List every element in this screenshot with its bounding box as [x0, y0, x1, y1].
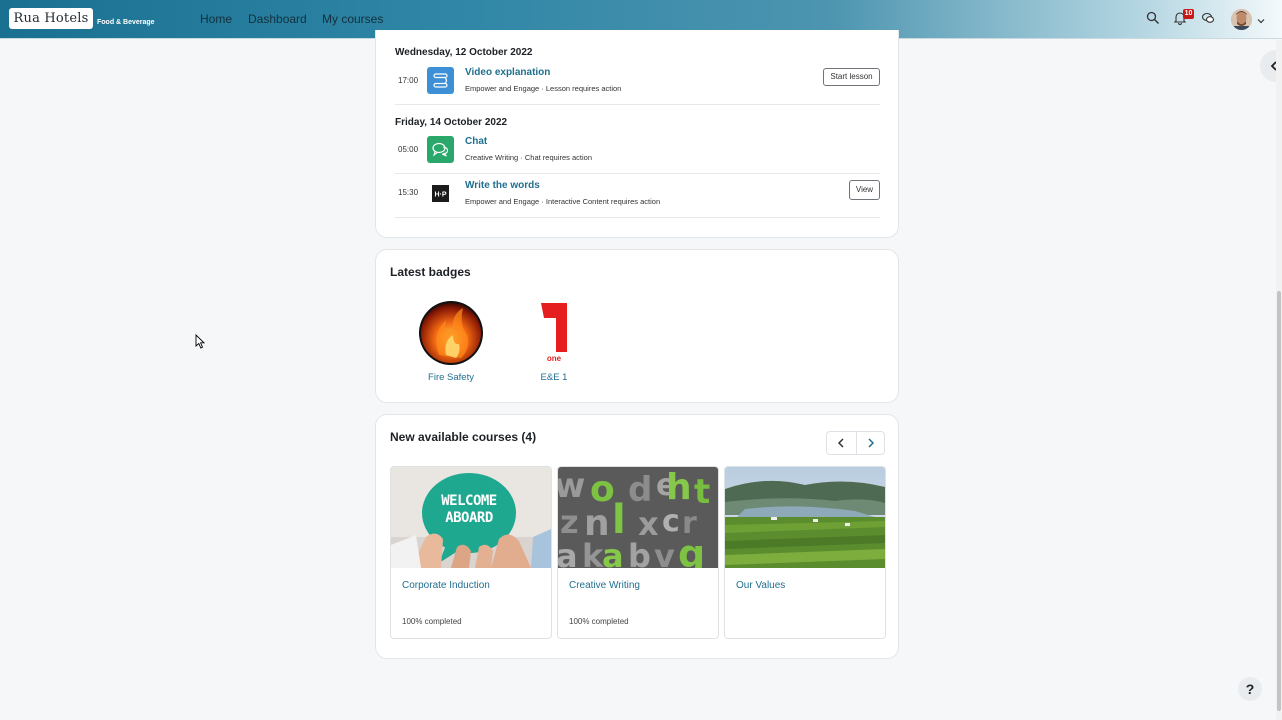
event-name-link[interactable]: Video explanation	[465, 67, 550, 78]
block-title: Latest badges	[390, 265, 471, 279]
event-separator	[395, 104, 880, 105]
new-courses-block: New available courses (4) WELCOME ABOARD…	[375, 414, 899, 659]
notification-count-badge: 10	[1183, 9, 1194, 19]
h5p-icon: H·P	[427, 180, 454, 207]
svg-text:k: k	[582, 537, 604, 568]
course-image-text: WELCOME ABOARD	[441, 493, 497, 526]
badge-label[interactable]: E&E 1	[504, 372, 604, 383]
course-image: WELCOME ABOARD	[391, 467, 551, 568]
view-button[interactable]: View	[849, 180, 880, 200]
event-separator	[395, 173, 880, 174]
timeline-block: Wednesday, 12 October 2022 17:00 Video e…	[375, 30, 899, 238]
svg-text:v: v	[654, 537, 675, 568]
messages-icon[interactable]	[1201, 11, 1217, 27]
nav-home-link[interactable]: Home	[200, 12, 232, 26]
course-progress: 100% completed	[569, 617, 629, 626]
course-pager	[826, 431, 885, 455]
course-name-link[interactable]: Our Values	[736, 580, 785, 591]
chat-icon	[427, 136, 454, 163]
event-name-link[interactable]: Chat	[465, 136, 487, 147]
next-page-button[interactable]	[857, 432, 886, 454]
svg-text:g: g	[678, 532, 705, 568]
start-lesson-button[interactable]: Start lesson	[823, 68, 880, 86]
svg-text:d: d	[628, 470, 652, 510]
svg-text:b: b	[628, 537, 651, 568]
course-progress: 100% completed	[402, 617, 462, 626]
svg-text:H·P: H·P	[434, 192, 446, 199]
latest-badges-block: Latest badges Fire Safety one E&E 1	[375, 249, 899, 403]
nav-dashboard-link[interactable]: Dashboard	[248, 12, 307, 26]
badge-label[interactable]: Fire Safety	[401, 372, 501, 383]
course-card-corporate-induction[interactable]: WELCOME ABOARD Corporate Induction 100% …	[390, 466, 552, 639]
svg-text:h: h	[666, 467, 692, 508]
page-scrollbar-thumb[interactable]	[1277, 291, 1281, 711]
site-logo-subtitle: Food & Beverage	[97, 19, 155, 26]
event-description: Creative Writing · Chat requires action	[465, 153, 592, 162]
svg-text:a: a	[602, 537, 624, 568]
course-name-link[interactable]: Creative Writing	[569, 580, 640, 591]
event-name-link[interactable]: Write the words	[465, 180, 540, 191]
event-time: 15:30	[398, 188, 419, 197]
site-logo[interactable]: Rua Hotels	[9, 8, 93, 29]
event-time: 05:00	[398, 145, 419, 154]
fire-badge-icon	[419, 301, 483, 365]
course-name-link[interactable]: Corporate Induction	[402, 580, 490, 591]
user-avatar[interactable]	[1231, 9, 1252, 30]
chevron-left-icon	[837, 438, 844, 448]
previous-page-button[interactable]	[827, 432, 856, 454]
timeline-date-heading: Wednesday, 12 October 2022	[395, 47, 533, 58]
event-description: Empower and Engage · Interactive Content…	[465, 197, 661, 206]
lesson-icon	[427, 67, 454, 94]
course-card-our-values[interactable]: Our Values	[724, 466, 886, 639]
event-description: Empower and Engage · Lesson requires act…	[465, 84, 622, 93]
chevron-right-icon	[868, 438, 875, 448]
nav-my-courses-link[interactable]: My courses	[322, 12, 383, 26]
search-icon[interactable]	[1146, 11, 1162, 27]
svg-text:t: t	[694, 472, 710, 512]
svg-text:z: z	[560, 503, 579, 541]
timeline-date-heading: Friday, 14 October 2022	[395, 117, 508, 128]
mouse-cursor-icon	[195, 334, 205, 349]
course-image	[725, 467, 885, 568]
help-button[interactable]: ?	[1238, 677, 1262, 701]
course-card-creative-writing[interactable]: w d e z n x c r a k b v o h t l	[557, 466, 719, 639]
event-time: 17:00	[398, 76, 419, 85]
badge-word: one	[546, 354, 562, 363]
event-separator	[395, 217, 880, 218]
svg-text:a: a	[558, 537, 578, 568]
svg-text:w: w	[558, 467, 585, 506]
block-title: New available courses (4)	[390, 430, 537, 444]
chevron-down-icon[interactable]	[1256, 13, 1266, 24]
course-image: w d e z n x c r a k b v o h t l	[558, 467, 718, 568]
